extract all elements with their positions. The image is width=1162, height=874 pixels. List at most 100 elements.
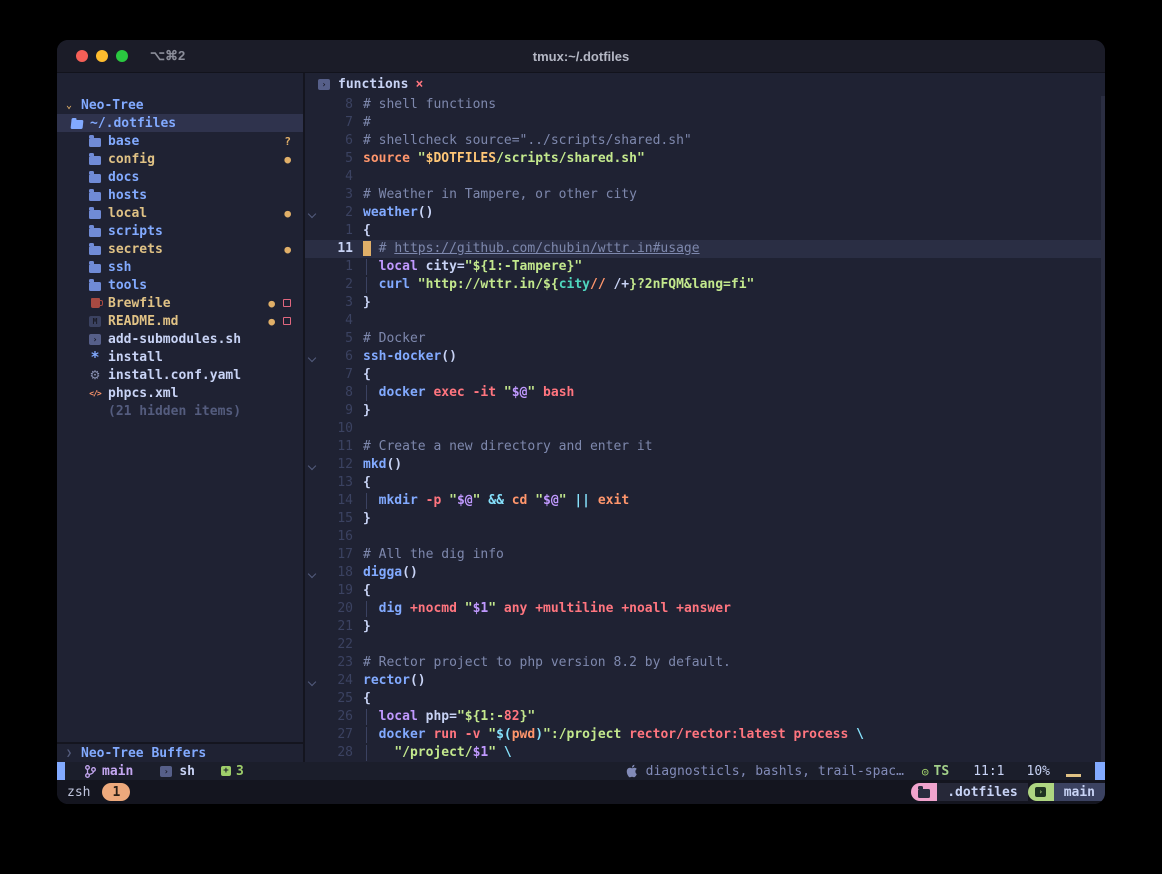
fold-chevron-icon[interactable] (305, 456, 319, 474)
code-line[interactable]: 3# Weather in Tampere, or other city (305, 186, 1105, 204)
treesitter-icon: ◎ (922, 765, 929, 778)
tree-item-local[interactable]: local● (57, 204, 303, 222)
markdown-icon: M (88, 315, 102, 327)
code-line[interactable]: 4 (305, 168, 1105, 186)
code-line[interactable]: 11# Create a new directory and enter it (305, 438, 1105, 456)
fold-chevron-icon[interactable] (305, 672, 319, 690)
code-line[interactable]: 17# All the dig info (305, 546, 1105, 564)
line-number: 22 (319, 636, 353, 654)
folder-icon (88, 207, 102, 219)
code-line[interactable]: 19{ (305, 582, 1105, 600)
tree-item-docs[interactable]: docs (57, 168, 303, 186)
line-text: local city="${1:-Tampere}" (363, 258, 582, 276)
code-line[interactable]: 7{ (305, 366, 1105, 384)
code-line[interactable]: 25{ (305, 690, 1105, 708)
code-line[interactable]: 4 (305, 312, 1105, 330)
code-line[interactable]: 23# Rector project to php version 8.2 by… (305, 654, 1105, 672)
code-line[interactable]: 2weather() (305, 204, 1105, 222)
code-line[interactable]: 5source "$DOTFILES/scripts/shared.sh" (305, 150, 1105, 168)
tmux-flag-underscore (1066, 774, 1081, 777)
code-line[interactable]: 12mkd() (305, 456, 1105, 474)
fold-column (305, 258, 319, 276)
tree-item-secrets[interactable]: secrets● (57, 240, 303, 258)
code-line-current[interactable]: 11 # https://github.com/chubin/wttr.in#u… (305, 240, 1105, 258)
fold-column (305, 582, 319, 600)
tree-item-phpcs.xml[interactable]: </>phpcs.xml (57, 384, 303, 402)
neotree-header[interactable]: ⌄ Neo-Tree (57, 96, 303, 114)
code-line[interactable]: 2 curl "http://wttr.in/${city// /+}?2nFQ… (305, 276, 1105, 294)
code-line[interactable]: 9} (305, 402, 1105, 420)
fold-column (305, 636, 319, 654)
code-line[interactable]: 18digga() (305, 564, 1105, 582)
code-line[interactable]: 16 (305, 528, 1105, 546)
zoom-window-button[interactable] (116, 50, 128, 62)
code-line[interactable]: 5# Docker (305, 330, 1105, 348)
buffer-tab[interactable]: › functions × (305, 73, 1105, 96)
tree-item-install.conf.yaml[interactable]: ⚙install.conf.yaml (57, 366, 303, 384)
code-line[interactable]: 1 local city="${1:-Tampere}" (305, 258, 1105, 276)
line-text: docker exec -it "$@" bash (363, 384, 574, 402)
code-line[interactable]: 24rector() (305, 672, 1105, 690)
code-line[interactable]: 13{ (305, 474, 1105, 492)
tree-item-add-submodules.sh[interactable]: ›add-submodules.sh (57, 330, 303, 348)
tree-item-scripts[interactable]: scripts (57, 222, 303, 240)
fold-column (305, 438, 319, 456)
tree-item-hosts[interactable]: hosts (57, 186, 303, 204)
git-modified-dot: ● (284, 207, 291, 220)
line-text: curl "http://wttr.in/${city// /+}?2nFQM&… (363, 276, 754, 294)
code-line[interactable]: 26 local php="${1:-82}" (305, 708, 1105, 726)
code-line[interactable]: 6ssh-docker() (305, 348, 1105, 366)
line-number: 8 (319, 384, 353, 402)
chevron-right-icon: ❯ (63, 748, 75, 759)
tree-item-tools[interactable]: tools (57, 276, 303, 294)
tree-item-readme.md[interactable]: MREADME.md● (57, 312, 303, 330)
line-number: 19 (319, 582, 353, 600)
tree-item-brewfile[interactable]: Brewfile● (57, 294, 303, 312)
scrollbar[interactable] (1101, 96, 1105, 762)
tree-item-base[interactable]: base? (57, 132, 303, 150)
tree-item--21-hidden-items-[interactable]: (21 hidden items) (57, 402, 303, 420)
line-number: 8 (319, 96, 353, 114)
code-line[interactable]: 28 "/project/$1" \ (305, 744, 1105, 762)
folder-icon (88, 135, 102, 147)
code-line[interactable]: 21} (305, 618, 1105, 636)
code-line[interactable]: 8 # shell functions (305, 96, 1105, 114)
code-line[interactable]: 1{ (305, 222, 1105, 240)
line-text: # shell functions (363, 96, 496, 114)
fold-chevron-icon[interactable] (305, 564, 319, 582)
line-number: 12 (319, 456, 353, 474)
folder-open-icon (70, 117, 84, 129)
close-window-button[interactable] (76, 50, 88, 62)
terminal-window: ⌥⌘2 tmux:~/.dotfiles ⌄ Neo-Tree ~/.dotfi… (57, 40, 1105, 804)
line-text: # Weather in Tampere, or other city (363, 186, 637, 204)
line-number: 17 (319, 546, 353, 564)
brew-beer-icon (88, 297, 102, 309)
code-line[interactable]: 6# shellcheck source="../scripts/shared.… (305, 132, 1105, 150)
fold-column (305, 420, 319, 438)
code-line[interactable]: 3} (305, 294, 1105, 312)
code-area[interactable]: 8 # shell functions7#6# shellcheck source… (305, 96, 1105, 762)
lsp-clients-segment: diagnosticls, bashls, trail-spac… (626, 764, 904, 779)
fold-column (305, 114, 319, 132)
minimize-window-button[interactable] (96, 50, 108, 62)
code-line[interactable]: 7# (305, 114, 1105, 132)
tmux-window-badge[interactable]: 1 (102, 783, 130, 801)
fold-chevron-icon[interactable] (305, 348, 319, 366)
buffer-close-icon[interactable]: × (415, 77, 423, 92)
apple-icon (626, 764, 638, 778)
line-text: mkdir -p "$@" && cd "$@" || exit (363, 492, 629, 510)
code-line[interactable]: 20 dig +nocmd "$1" any +multiline +noall… (305, 600, 1105, 618)
code-line[interactable]: 15} (305, 510, 1105, 528)
code-line[interactable]: 10 (305, 420, 1105, 438)
tree-item-config[interactable]: config● (57, 150, 303, 168)
line-number: 25 (319, 690, 353, 708)
tree-item-ssh[interactable]: ssh (57, 258, 303, 276)
code-line[interactable]: 27 docker run -v "$(pwd)":/project recto… (305, 726, 1105, 744)
code-line[interactable]: 8 docker exec -it "$@" bash (305, 384, 1105, 402)
code-line[interactable]: 14 mkdir -p "$@" && cd "$@" || exit (305, 492, 1105, 510)
tree-root-dotfiles[interactable]: ~/.dotfiles (57, 114, 303, 132)
code-line[interactable]: 22 (305, 636, 1105, 654)
fold-chevron-icon[interactable] (305, 204, 319, 222)
tree-item-install[interactable]: *install (57, 348, 303, 366)
neotree-buffers-header[interactable]: ❯ Neo-Tree Buffers (57, 744, 303, 762)
